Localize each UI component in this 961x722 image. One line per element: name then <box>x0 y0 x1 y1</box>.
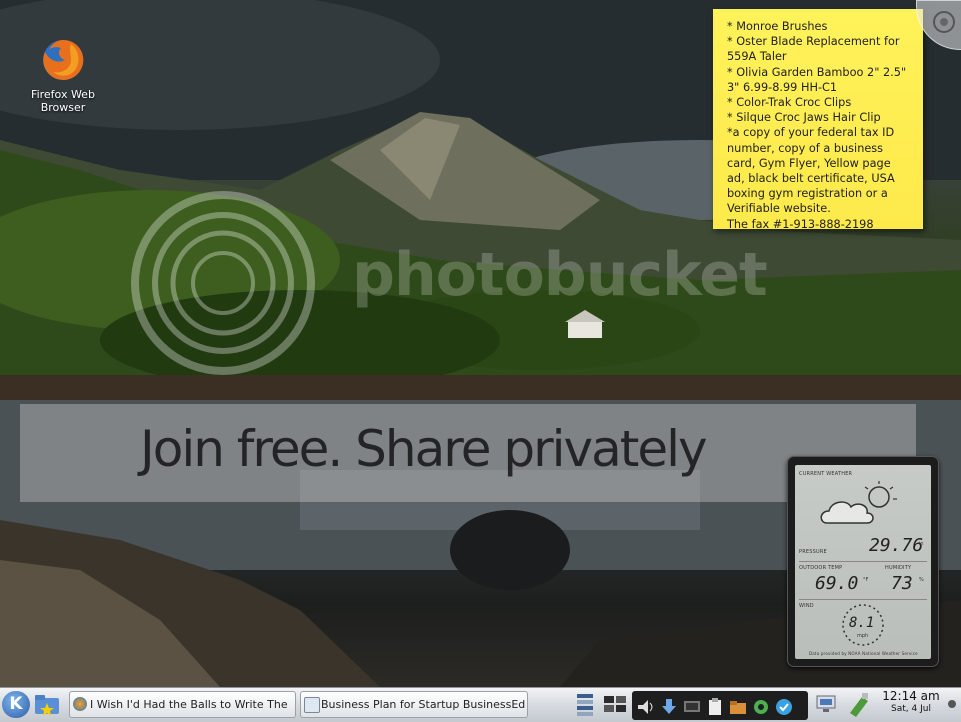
pressure-unit: in <box>919 541 924 547</box>
humidity-value: 73 <box>891 573 913 594</box>
task-firefox[interactable]: I Wish I'd Had the Balls to Write The <box>69 691 296 718</box>
kde-menu-button[interactable]: K <box>2 691 30 718</box>
panel-toolbox-button[interactable] <box>946 691 958 717</box>
weather-title: CURRENT WEATHER <box>799 471 853 477</box>
weather-display: CURRENT WEATHER PRESSURE 29.76 in OUTDOO… <box>795 465 931 659</box>
wind-label: WIND <box>799 603 814 609</box>
folder-icon[interactable] <box>729 698 747 716</box>
pressure-value: 29.76 <box>869 535 924 556</box>
temp-unit: °F <box>863 577 869 583</box>
clock-date: Sat, 4 Jul <box>891 704 931 714</box>
humidity-label: HUMIDITY <box>885 565 912 571</box>
note-line: * Color-Trak Croc Clips <box>727 96 852 110</box>
volume-icon[interactable] <box>636 698 654 716</box>
separator <box>799 561 927 562</box>
humidity-unit: % <box>919 577 924 583</box>
task-label: Business Plan for Startup BusinessEd <box>321 698 526 711</box>
desktop-grid-icon <box>604 696 626 712</box>
firefox-icon <box>43 39 84 80</box>
wind-value: 8.1 <box>849 615 875 631</box>
task-label: I Wish I'd Had the Balls to Write The <box>90 698 288 711</box>
desktop-icon-firefox[interactable]: Firefox Web Browser <box>26 38 100 114</box>
note-line: * Oster Blade Replacement for 559A Taler <box>727 35 904 64</box>
desktop-icon-label: Firefox Web Browser <box>31 88 95 114</box>
cashew-icon <box>933 11 955 33</box>
folder-view-button[interactable] <box>33 691 63 718</box>
download-icon[interactable] <box>660 698 678 716</box>
partly-cloudy-icon <box>820 481 897 524</box>
taskbar: K I Wish I'd Had the Balls to Write The … <box>0 687 961 722</box>
weather-footer: Data provided by NOAA National Weather S… <box>809 651 918 656</box>
pager-button[interactable] <box>575 691 599 718</box>
clipboard-icon[interactable] <box>706 698 724 716</box>
folder-star-icon <box>35 695 59 716</box>
display-icon[interactable] <box>683 698 701 716</box>
clock-time: 12:14 am <box>882 689 940 703</box>
outdoor-temp-value: 69.0 <box>815 573 859 594</box>
network-button[interactable] <box>814 691 840 718</box>
photobucket-logo-icon <box>131 191 315 375</box>
firefox-icon <box>73 697 87 711</box>
wind-unit: mph <box>857 633 869 639</box>
gear-icon[interactable] <box>752 698 770 716</box>
sticky-note[interactable]: * Monroe Brushes * Oster Blade Replaceme… <box>713 9 923 231</box>
note-line: * Monroe Brushes <box>727 20 828 33</box>
separator <box>799 599 927 600</box>
document-icon <box>304 697 320 713</box>
power-button[interactable] <box>846 691 874 718</box>
network-icon <box>816 695 836 712</box>
outdoor-temp-label: OUTDOOR TEMP <box>799 565 843 571</box>
note-line: The fax #1-913-888-2198 <box>727 217 874 231</box>
update-icon[interactable] <box>775 698 793 716</box>
watermark-brand: photobucket <box>352 240 768 310</box>
power-icon <box>850 693 868 717</box>
note-line: * Silque Croc Jaws Hair Clip <box>727 111 881 125</box>
system-tray <box>632 691 808 720</box>
watermark-banner-text: Join free. Share privately <box>140 420 708 478</box>
pager-icon <box>577 694 593 716</box>
pressure-label: PRESSURE <box>799 549 827 555</box>
panel-settings-icon <box>948 700 956 708</box>
show-desktop-button[interactable] <box>601 691 631 718</box>
note-line: * Olivia Garden Bamboo 2" 2.5" 3" 6.99-8… <box>727 65 910 94</box>
taskbar-clock[interactable]: 12:14 am Sat, 4 Jul <box>878 689 944 715</box>
kde-logo-icon: K <box>9 694 23 714</box>
note-line: *a copy of your federal tax ID number, c… <box>727 126 899 216</box>
weather-widget[interactable]: CURRENT WEATHER PRESSURE 29.76 in OUTDOO… <box>788 457 938 666</box>
task-document[interactable]: Business Plan for Startup BusinessEd <box>300 691 528 718</box>
